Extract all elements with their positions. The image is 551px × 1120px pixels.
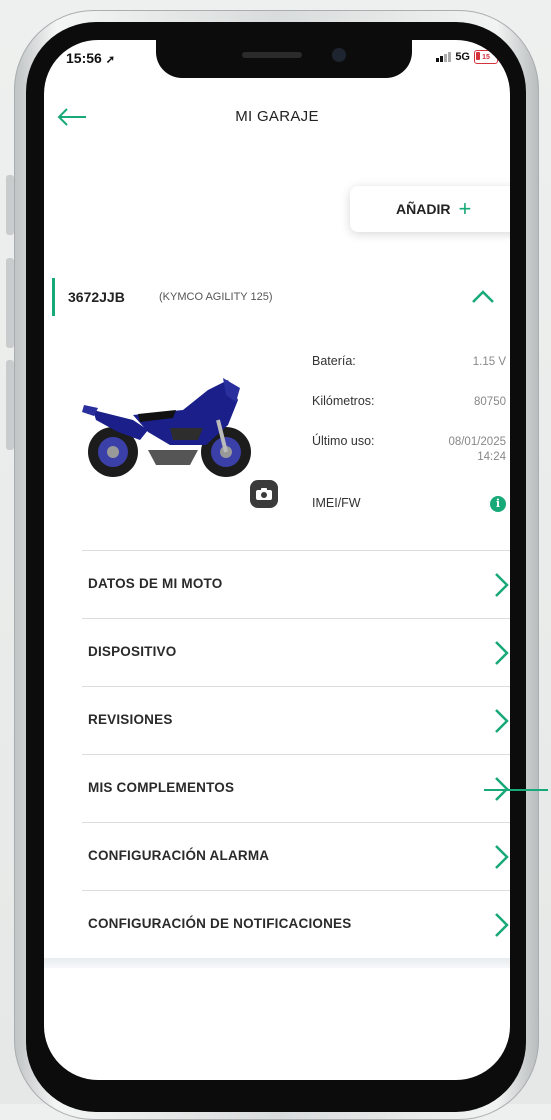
phone-side-button [6, 360, 14, 450]
chevron-right-icon [495, 845, 509, 869]
app-screen: 15:56 ➚ 5G 15 MI GARAJE AÑADIR + 3672JJB… [44, 40, 510, 1080]
menu-item-label: MIS COMPLEMENTOS [88, 780, 235, 795]
location-arrow-icon: ➚ [105, 54, 115, 66]
menu-item-label: CONFIGURACIÓN DE NOTIFICACIONES [88, 916, 352, 931]
info-icon[interactable]: i [490, 496, 506, 512]
battery-icon: 15 [474, 50, 498, 64]
motorcycle-image [82, 378, 251, 477]
info-label: IMEI/FW [312, 496, 361, 510]
menu-item-dispositivo[interactable]: DISPOSITIVO [82, 618, 510, 686]
status-indicators: 5G 15 [436, 50, 498, 64]
change-photo-button[interactable] [250, 480, 278, 508]
menu-item-label: CONFIGURACIÓN ALARMA [88, 848, 270, 863]
info-label: Batería: [312, 354, 356, 368]
menu-item-revisiones[interactable]: REVISIONES [82, 686, 510, 754]
phone-side-button [6, 258, 14, 348]
menu-item-config-alarma[interactable]: CONFIGURACIÓN ALARMA [82, 822, 510, 890]
chevron-right-icon [495, 641, 509, 665]
chevron-right-icon [495, 913, 509, 937]
info-value: 80750 [474, 396, 506, 408]
info-row-battery: Batería: 1.15 V [312, 354, 510, 368]
vehicle-plate: 3672JJB [68, 289, 125, 305]
info-value: 1.15 V [472, 356, 506, 368]
phone-side-button [6, 175, 14, 235]
vehicle-header[interactable]: 3672JJB (KYMCO AGILITY 125) [52, 278, 510, 316]
chevron-up-icon[interactable] [470, 286, 496, 308]
annotation-pointer-line [484, 789, 548, 791]
menu-item-config-notificaciones[interactable]: CONFIGURACIÓN DE NOTIFICACIONES [82, 890, 510, 958]
signal-icon [436, 52, 452, 62]
chevron-right-icon [495, 573, 509, 597]
content-bottom-divider [44, 958, 510, 968]
chevron-right-icon [495, 709, 509, 733]
status-time-text: 15:56 [66, 50, 102, 66]
add-vehicle-button[interactable]: AÑADIR + [350, 186, 510, 232]
info-row-last-use: Último uso: 08/01/2025 14:24 [312, 434, 510, 463]
menu-item-label: DATOS DE MI MOTO [88, 576, 223, 591]
front-camera [332, 48, 346, 62]
menu-item-complementos[interactable]: MIS COMPLEMENTOS [82, 754, 510, 822]
menu-item-label: REVISIONES [88, 712, 173, 727]
vehicle-menu: DATOS DE MI MOTO DISPOSITIVO REVISIONES … [82, 550, 510, 958]
vehicle-accent-bar [52, 278, 55, 316]
battery-level: 15 [482, 53, 490, 61]
vehicle-model: (KYMCO AGILITY 125) [159, 291, 273, 303]
network-label: 5G [455, 51, 470, 63]
info-row-km: Kilómetros: 80750 [312, 394, 510, 408]
menu-item-label: DISPOSITIVO [88, 644, 177, 659]
menu-item-datos-moto[interactable]: DATOS DE MI MOTO [82, 550, 510, 618]
info-row-imei: IMEI/FW i [312, 496, 510, 512]
info-value: 08/01/2025 14:24 [448, 436, 506, 463]
plus-icon: + [458, 196, 472, 221]
page-title: MI GARAJE [235, 108, 319, 125]
add-button-label: AÑADIR [396, 201, 451, 217]
phone-notch [156, 40, 412, 78]
speaker-grille [242, 52, 302, 58]
info-label: Kilómetros: [312, 394, 375, 408]
camera-icon [256, 488, 272, 500]
status-time: 15:56 ➚ [66, 50, 115, 66]
info-label: Último uso: [312, 434, 375, 448]
